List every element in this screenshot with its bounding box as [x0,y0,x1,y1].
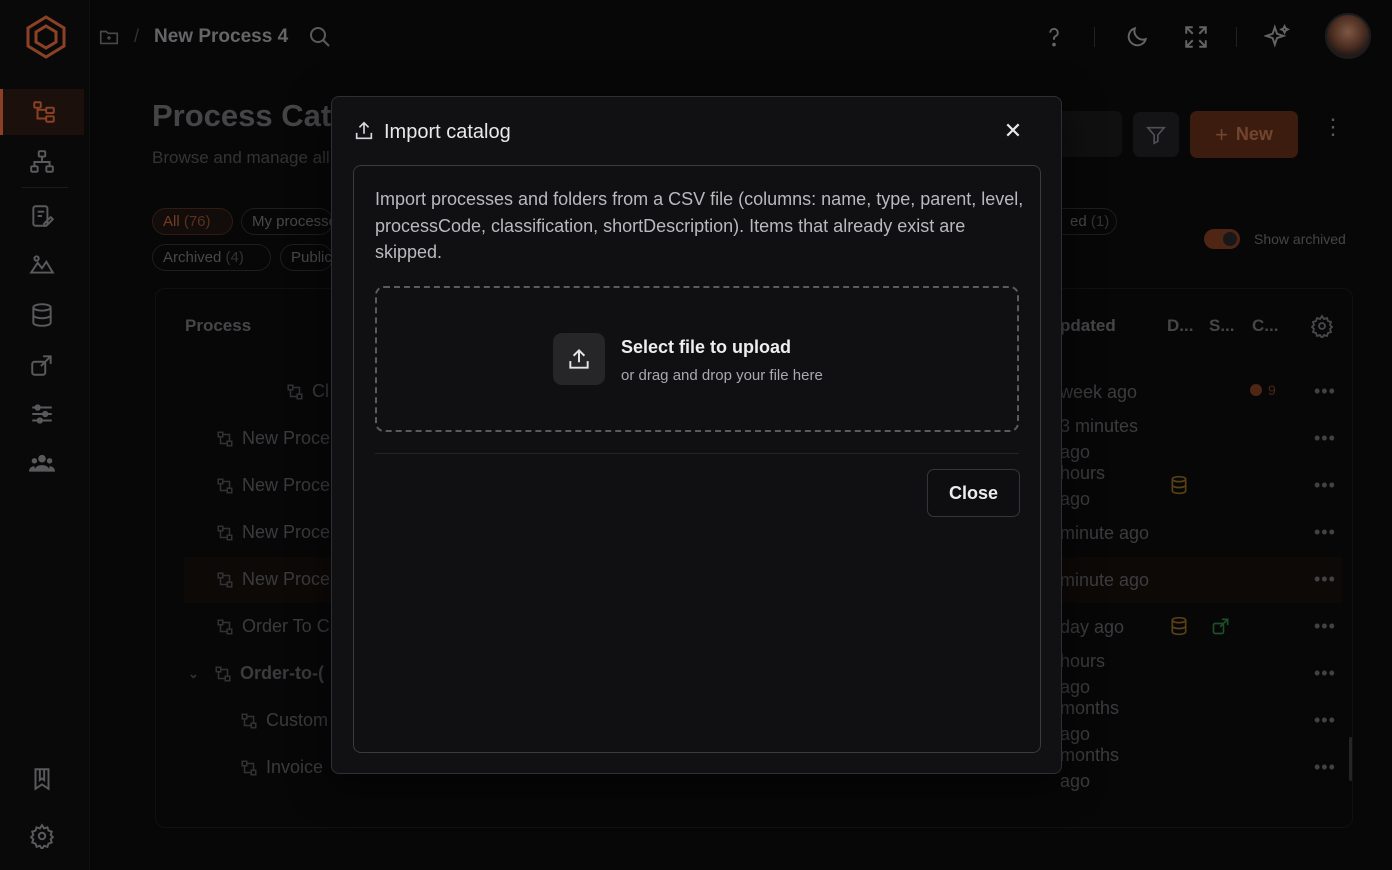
file-dropzone[interactable]: Select file to upload or drag and drop y… [375,286,1019,432]
import-catalog-dialog: Import catalog ✕ Import processes and fo… [331,96,1062,774]
dropzone-subtitle: or drag and drop your file here [621,367,823,384]
dialog-body: Import processes and folders from a CSV … [353,165,1041,753]
dialog-title: Import catalog [384,121,511,143]
dialog-divider [375,453,1019,454]
close-icon[interactable]: ✕ [1001,120,1025,144]
dialog-description: Import processes and folders from a CSV … [375,189,1024,262]
close-button[interactable]: Close [927,469,1020,517]
app-root: / New Process 4 Process Catalog Browse a… [0,0,1392,870]
dropzone-title: Select file to upload [621,337,792,357]
upload-icon [553,333,605,385]
upload-icon [355,121,373,140]
